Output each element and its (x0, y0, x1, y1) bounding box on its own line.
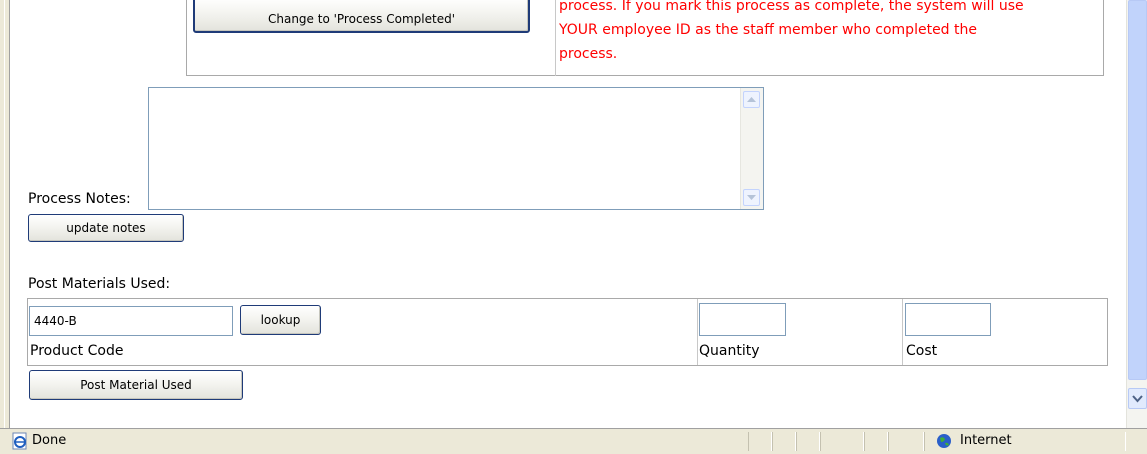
status-cell (888, 432, 924, 451)
change-to-process-completed-button[interactable]: Change to 'Process Completed' (193, 0, 530, 33)
window-left-edge (0, 0, 10, 428)
panel-divider (555, 0, 556, 76)
product-code-input[interactable] (29, 306, 233, 336)
status-cell (772, 432, 796, 451)
process-notes-label: Process Notes: (28, 191, 131, 207)
ie-page-icon (11, 432, 29, 454)
materials-column-divider (697, 299, 698, 365)
process-notes-textarea[interactable] (148, 87, 764, 210)
post-materials-heading: Post Materials Used: (28, 276, 171, 292)
materials-column-divider (902, 299, 903, 365)
page-scrollbar-thumb[interactable] (1128, 0, 1147, 380)
status-bar: Done Internet (0, 428, 1147, 454)
warning-line-3: process. (559, 46, 618, 62)
scroll-down-arrow-icon[interactable] (743, 189, 760, 206)
status-cell (820, 432, 864, 451)
zone-cell (924, 432, 1126, 451)
lookup-button[interactable]: lookup (240, 305, 321, 335)
completion-warning-note: process. If you mark this process as com… (559, 0, 1099, 66)
cost-input[interactable] (905, 303, 991, 336)
page-scroll-down-icon[interactable] (1128, 388, 1147, 409)
warning-line-1: process. If you mark this process as com… (559, 0, 1024, 14)
update-notes-button[interactable]: update notes (28, 214, 184, 242)
post-material-used-button[interactable]: Post Material Used (29, 370, 243, 400)
page-scrollbar[interactable] (1126, 0, 1147, 428)
status-cell (864, 432, 888, 451)
warning-line-2: YOUR employee ID as the staff member who… (559, 22, 977, 38)
product-code-label: Product Code (30, 343, 124, 359)
notes-scrollbar[interactable] (740, 88, 763, 209)
zone-text: Internet (960, 433, 1012, 448)
status-text: Done (32, 433, 67, 448)
globe-icon (936, 433, 952, 453)
quantity-label: Quantity (699, 343, 760, 359)
scroll-up-arrow-icon[interactable] (743, 91, 760, 108)
cost-label: Cost (906, 343, 938, 359)
quantity-input[interactable] (699, 303, 786, 336)
status-cell (796, 432, 820, 451)
status-cell (748, 432, 772, 451)
